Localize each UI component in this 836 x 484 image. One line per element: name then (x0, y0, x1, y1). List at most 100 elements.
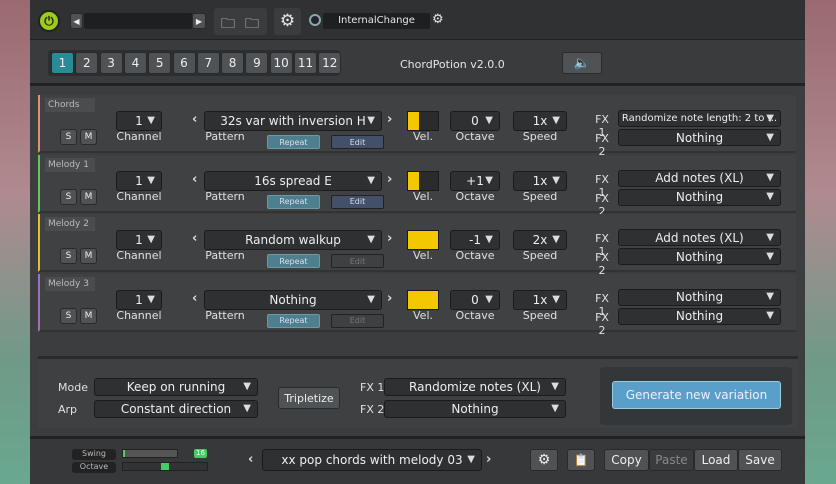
paste-button[interactable]: Paste (649, 449, 694, 471)
load-button[interactable]: Load (694, 449, 738, 471)
octave-dropdown[interactable]: +1 ▼ (450, 170, 500, 191)
tab-12[interactable]: 12 (318, 52, 342, 74)
fx2-dropdown[interactable]: Nothing ▼ (618, 188, 781, 206)
pattern-prev-icon[interactable]: ‹ (192, 291, 197, 306)
fx1-dropdown[interactable]: Add notes (XL) ▼ (618, 169, 781, 187)
speaker-button[interactable]: 🔈 (562, 52, 602, 74)
global-fx1-dropdown[interactable]: Randomize notes (XL) ▼ (384, 378, 566, 396)
clipboard-button[interactable]: 📋 (567, 449, 595, 471)
velocity-slider[interactable] (407, 230, 439, 250)
octave-dropdown[interactable]: 0 ▼ (450, 111, 500, 131)
octave-label: Octave (455, 308, 495, 322)
midi-mode-field[interactable]: InternalChange (323, 13, 430, 29)
track-name: Melody 1 (45, 157, 95, 172)
fx1-dropdown[interactable]: Randomize note length: 2 to ... ▼ (618, 110, 781, 127)
tab-2[interactable]: 2 (75, 52, 99, 74)
solo-button[interactable]: S (60, 129, 77, 145)
solo-button[interactable]: S (60, 307, 77, 324)
tab-11[interactable]: 11 (294, 52, 317, 74)
tab-1[interactable]: 1 (51, 52, 74, 74)
speed-dropdown[interactable]: 1x ▼ (513, 289, 567, 310)
knob-icon[interactable] (309, 14, 321, 26)
octave-dropdown[interactable]: -1 ▼ (450, 230, 500, 250)
save-button[interactable]: Save (738, 449, 782, 471)
solo-button[interactable]: S (60, 248, 77, 264)
channel-label: Channel (116, 130, 162, 143)
octave-selector[interactable] (122, 462, 208, 471)
global-fx2-dropdown[interactable]: Nothing ▼ (384, 400, 566, 418)
repeat-button[interactable]: Repeat (267, 194, 320, 209)
footer-settings-button[interactable]: ⚙ (530, 449, 558, 471)
tab-10[interactable]: 10 (269, 52, 293, 74)
channel-dropdown[interactable]: 1 ▼ (116, 289, 162, 310)
pattern-dropdown[interactable]: Nothing ▼ (204, 289, 382, 310)
fx2-dropdown[interactable]: Nothing ▼ (618, 129, 781, 146)
edit-button[interactable]: Edit (331, 135, 384, 149)
chevron-down-icon: ▼ (552, 293, 560, 305)
speed-dropdown[interactable]: 1x ▼ (513, 111, 567, 131)
preset-next-icon[interactable]: › (486, 452, 491, 467)
copy-button[interactable]: Copy (604, 449, 649, 471)
octave-dropdown[interactable]: 0 ▼ (450, 289, 500, 310)
folder-import-icon[interactable]: 🗀 (221, 13, 235, 37)
fx1-dropdown[interactable]: Nothing ▼ (618, 288, 781, 306)
edit-button[interactable]: Edit (331, 313, 384, 328)
tab-3[interactable]: 3 (99, 52, 123, 74)
preset-dropdown[interactable]: xx pop chords with melody 03 ▼ (262, 449, 482, 471)
mute-button[interactable]: M (80, 307, 97, 324)
fx1-dropdown[interactable]: Add notes (XL) ▼ (618, 229, 781, 246)
pattern-prev-icon[interactable]: ‹ (192, 231, 197, 246)
solo-button[interactable]: S (60, 188, 77, 205)
preset-name-field[interactable] (84, 13, 192, 29)
velocity-slider[interactable] (407, 111, 439, 131)
tab-5[interactable]: 5 (148, 52, 172, 74)
pattern-next-icon[interactable]: › (387, 172, 392, 187)
fx2-dropdown-value: Nothing (675, 309, 724, 323)
repeat-button[interactable]: Repeat (267, 254, 320, 268)
arp-dropdown[interactable]: Constant direction ▼ (94, 400, 258, 418)
repeat-button[interactable]: Repeat (267, 135, 320, 149)
preset-next-button[interactable]: ▶ (192, 13, 206, 29)
pattern-prev-icon[interactable]: ‹ (192, 112, 197, 127)
speed-dropdown[interactable]: 2x ▼ (513, 230, 567, 250)
repeat-button[interactable]: Repeat (267, 313, 320, 328)
pattern-next-icon[interactable]: › (387, 112, 392, 127)
settings-button[interactable]: ⚙ (274, 8, 301, 35)
pattern-dropdown[interactable]: 16s spread E ▼ (204, 170, 382, 191)
channel-dropdown[interactable]: 1 ▼ (116, 230, 162, 250)
mode-dropdown[interactable]: Keep on running ▼ (94, 378, 258, 396)
track-row: Melody 1 S M 1 ▼ Channel ‹ 16s spread E ▼ › Patter… (38, 154, 796, 218)
fx1-dropdown-value: Add notes (XL) (655, 230, 744, 245)
pattern-next-icon[interactable]: › (387, 231, 392, 246)
tripletize-button[interactable]: Tripletize (278, 387, 340, 409)
channel-dropdown[interactable]: 1 ▼ (116, 111, 162, 131)
pattern-prev-icon[interactable]: ‹ (192, 172, 197, 187)
folder-export-icon[interactable]: 🗀 (245, 13, 259, 37)
mute-button[interactable]: M (80, 248, 97, 264)
speed-dropdown[interactable]: 1x ▼ (513, 170, 567, 191)
preset-prev-icon[interactable]: ‹ (248, 452, 253, 467)
tab-9[interactable]: 9 (245, 52, 269, 74)
swing-slider[interactable] (122, 449, 178, 458)
tab-4[interactable]: 4 (123, 52, 147, 74)
power-button[interactable]: ⏻ (38, 10, 60, 32)
tab-7[interactable]: 7 (196, 52, 220, 74)
fx2-dropdown[interactable]: Nothing ▼ (618, 248, 781, 265)
mute-button[interactable]: M (80, 188, 97, 205)
edit-button[interactable]: Edit (331, 254, 384, 268)
tab-6[interactable]: 6 (172, 52, 196, 74)
channel-dropdown[interactable]: 1 ▼ (116, 170, 162, 191)
velocity-slider[interactable] (407, 289, 439, 310)
pattern-next-icon[interactable]: › (387, 291, 392, 306)
fx2-dropdown[interactable]: Nothing ▼ (618, 307, 781, 325)
generate-variation-button[interactable]: Generate new variation (612, 381, 781, 409)
velocity-slider[interactable] (407, 170, 439, 191)
preset-prev-button[interactable]: ◀ (70, 13, 83, 29)
mute-button[interactable]: M (80, 129, 97, 145)
pattern-dropdown-value: 32s var with inversion H (220, 114, 366, 128)
pattern-dropdown[interactable]: 32s var with inversion H ▼ (204, 111, 382, 131)
edit-button[interactable]: Edit (331, 194, 384, 209)
midi-settings-icon[interactable]: ⚙ (432, 12, 444, 27)
tab-8[interactable]: 8 (221, 52, 245, 74)
pattern-dropdown[interactable]: Random walkup ▼ (204, 230, 382, 250)
